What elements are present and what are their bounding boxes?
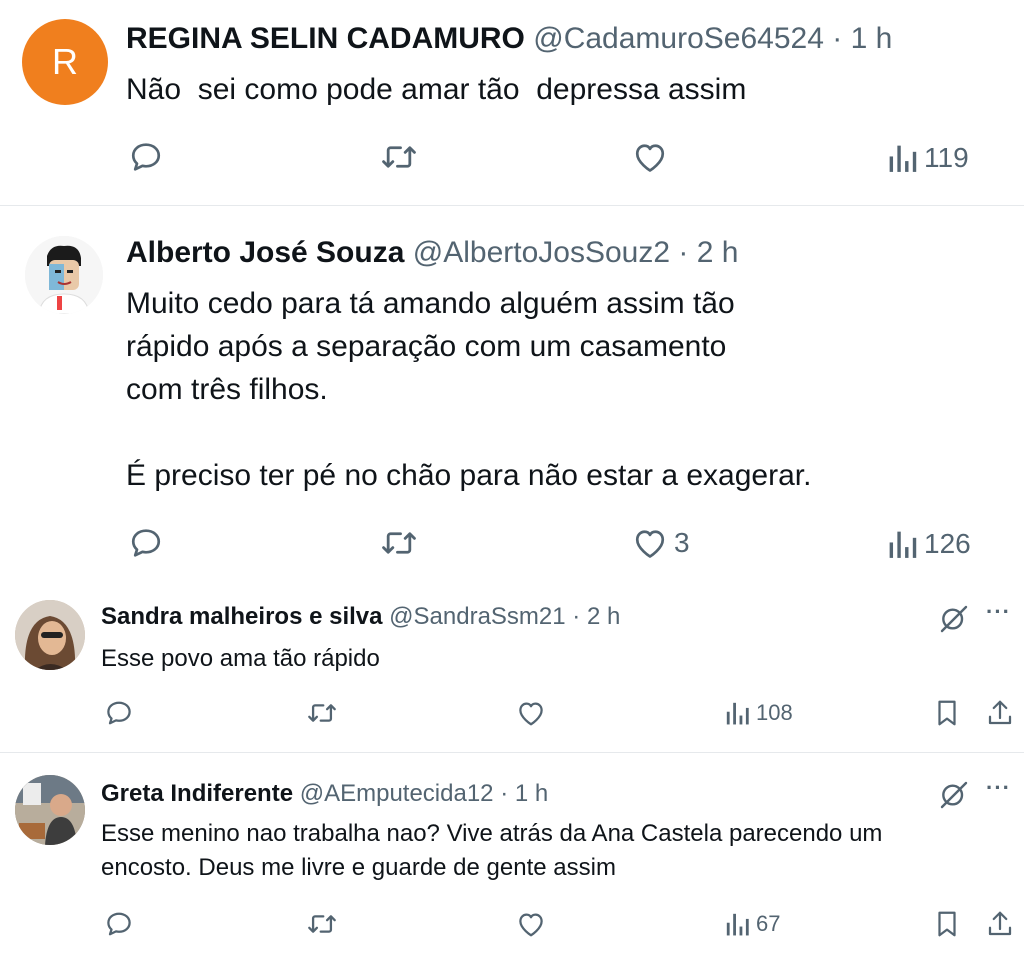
tweet-text: Esse menino nao trabalha nao? Vive atrás… [101, 817, 882, 885]
avatar-letter: R [52, 41, 78, 82]
share-icon [988, 911, 1012, 936]
avatar[interactable]: R [22, 19, 108, 105]
tweet-header: Alberto José Souza @AlbertoJosSouz2 · 2 … [126, 236, 738, 270]
heart-icon [519, 702, 543, 726]
views-button[interactable]: 67 [724, 910, 780, 938]
views-button[interactable]: 119 [886, 141, 969, 175]
views-icon [889, 531, 917, 558]
tweet-header: REGINA SELIN CADAMURO @CadamuroSe64524 ·… [126, 22, 892, 56]
views-count: 67 [756, 911, 781, 936]
tweet-header: Greta Indiferente @AEmputecida12 · 1 h [101, 780, 548, 808]
grok-icon [940, 605, 968, 633]
tweet-text-line: Muito cedo para tá amando alguém assim t… [126, 287, 735, 320]
heart-icon [635, 144, 665, 172]
tweet-text-line [126, 411, 811, 454]
like-button[interactable]: 3 [632, 526, 690, 560]
tweet-1[interactable]: R REGINA SELIN CADAMURO @CadamuroSe64524… [0, 0, 1024, 205]
share-icon [988, 700, 1012, 725]
more-options-button[interactable]: ··· [986, 599, 1011, 625]
separator-dot: · [832, 22, 843, 55]
retweet-icon [308, 915, 336, 933]
more-icon: ··· [986, 599, 1011, 624]
tweet-text-line: rápido após a separação com um casamento [126, 330, 727, 363]
tweet-text: Não sei como pode amar tão depressa assi… [126, 70, 746, 110]
tweet-2[interactable]: Alberto José Souza @AlbertoJosSouz2 · 2 … [0, 206, 1024, 584]
timestamp[interactable]: 2 h [697, 236, 739, 269]
views-button[interactable]: 108 [724, 699, 793, 727]
tweet-text-line: É preciso ter pé no chão para não estar … [126, 459, 812, 492]
like-button[interactable] [516, 910, 546, 938]
tweet-text: Esse povo ama tão rápido [101, 643, 380, 675]
retweet-button[interactable] [306, 910, 338, 938]
author-name[interactable]: Alberto José Souza [126, 236, 404, 269]
more-icon: ··· [986, 775, 1011, 800]
photo-avatar-icon [15, 600, 85, 670]
tweet-header: Sandra malheiros e silva @SandraSsm21 · … [101, 603, 620, 631]
heart-icon [519, 913, 543, 937]
separator-dot: · [678, 236, 689, 269]
reply-icon [107, 701, 131, 725]
likes-count: 3 [674, 527, 690, 558]
tweet-text-line: com três filhos. [126, 373, 328, 406]
author-handle[interactable]: @SandraSsm21 [389, 603, 565, 630]
separator-dot: · [572, 603, 581, 630]
author-handle[interactable]: @CadamuroSe64524 [533, 22, 824, 55]
timestamp[interactable]: 1 h [515, 780, 548, 807]
tweet-text: Muito cedo para tá amando alguém assim t… [126, 282, 811, 497]
grok-button[interactable] [938, 603, 970, 640]
bookmark-button[interactable] [934, 698, 960, 728]
reply-button[interactable] [104, 698, 134, 728]
reply-icon [131, 529, 161, 557]
views-count: 126 [924, 528, 971, 559]
timestamp[interactable]: 2 h [587, 603, 620, 630]
views-icon [726, 913, 749, 936]
photo-avatar-icon [15, 775, 85, 845]
more-options-button[interactable]: ··· [986, 775, 1011, 801]
author-name[interactable]: Sandra malheiros e silva [101, 603, 382, 630]
author-handle[interactable]: @AlbertoJosSouz2 [413, 236, 670, 269]
views-button[interactable]: 126 [886, 527, 971, 561]
cartoon-avatar-icon [25, 236, 103, 314]
author-name[interactable]: Greta Indiferente [101, 780, 293, 807]
tweet-4[interactable]: Greta Indiferente @AEmputecida12 · 1 h ·… [0, 753, 1024, 960]
bookmark-icon [938, 700, 956, 726]
reply-button[interactable] [104, 909, 134, 939]
avatar[interactable] [15, 775, 85, 845]
reply-button[interactable] [128, 525, 164, 561]
tweet-text-line: Esse povo ama tão rápido [101, 645, 380, 672]
author-name[interactable]: REGINA SELIN CADAMURO [126, 22, 525, 55]
author-handle[interactable]: @AEmputecida12 [300, 780, 494, 807]
share-button[interactable] [986, 909, 1014, 939]
bookmark-icon [938, 911, 956, 937]
bookmark-button[interactable] [934, 909, 960, 939]
retweet-button[interactable] [380, 140, 418, 174]
tweet-3[interactable]: Sandra malheiros e silva @SandraSsm21 · … [0, 585, 1024, 751]
heart-icon [635, 530, 665, 558]
views-icon [889, 145, 917, 172]
reply-icon [131, 143, 161, 171]
like-button[interactable] [516, 699, 546, 727]
like-button[interactable] [632, 140, 668, 174]
retweet-icon [308, 704, 336, 722]
views-count: 108 [756, 700, 793, 725]
retweet-button[interactable] [306, 699, 338, 727]
grok-button[interactable] [938, 779, 970, 816]
tweet-text-line: Não sei como pode amar tão depressa assi… [126, 73, 747, 106]
separator-dot: · [500, 780, 509, 807]
avatar[interactable] [15, 600, 85, 670]
reply-icon [107, 912, 131, 936]
avatar[interactable] [25, 236, 103, 314]
views-icon [726, 702, 749, 725]
retweet-button[interactable] [380, 526, 418, 560]
grok-icon [940, 781, 968, 809]
views-count: 119 [924, 142, 969, 173]
reply-button[interactable] [128, 139, 164, 175]
retweet-icon [382, 532, 416, 554]
timestamp[interactable]: 1 h [851, 22, 893, 55]
retweet-icon [382, 146, 416, 168]
share-button[interactable] [986, 698, 1014, 728]
tweet-text-line: encosto. Deus me livre e guarde de gente… [101, 854, 616, 881]
tweet-text-line: Esse menino nao trabalha nao? Vive atrás… [101, 820, 883, 847]
